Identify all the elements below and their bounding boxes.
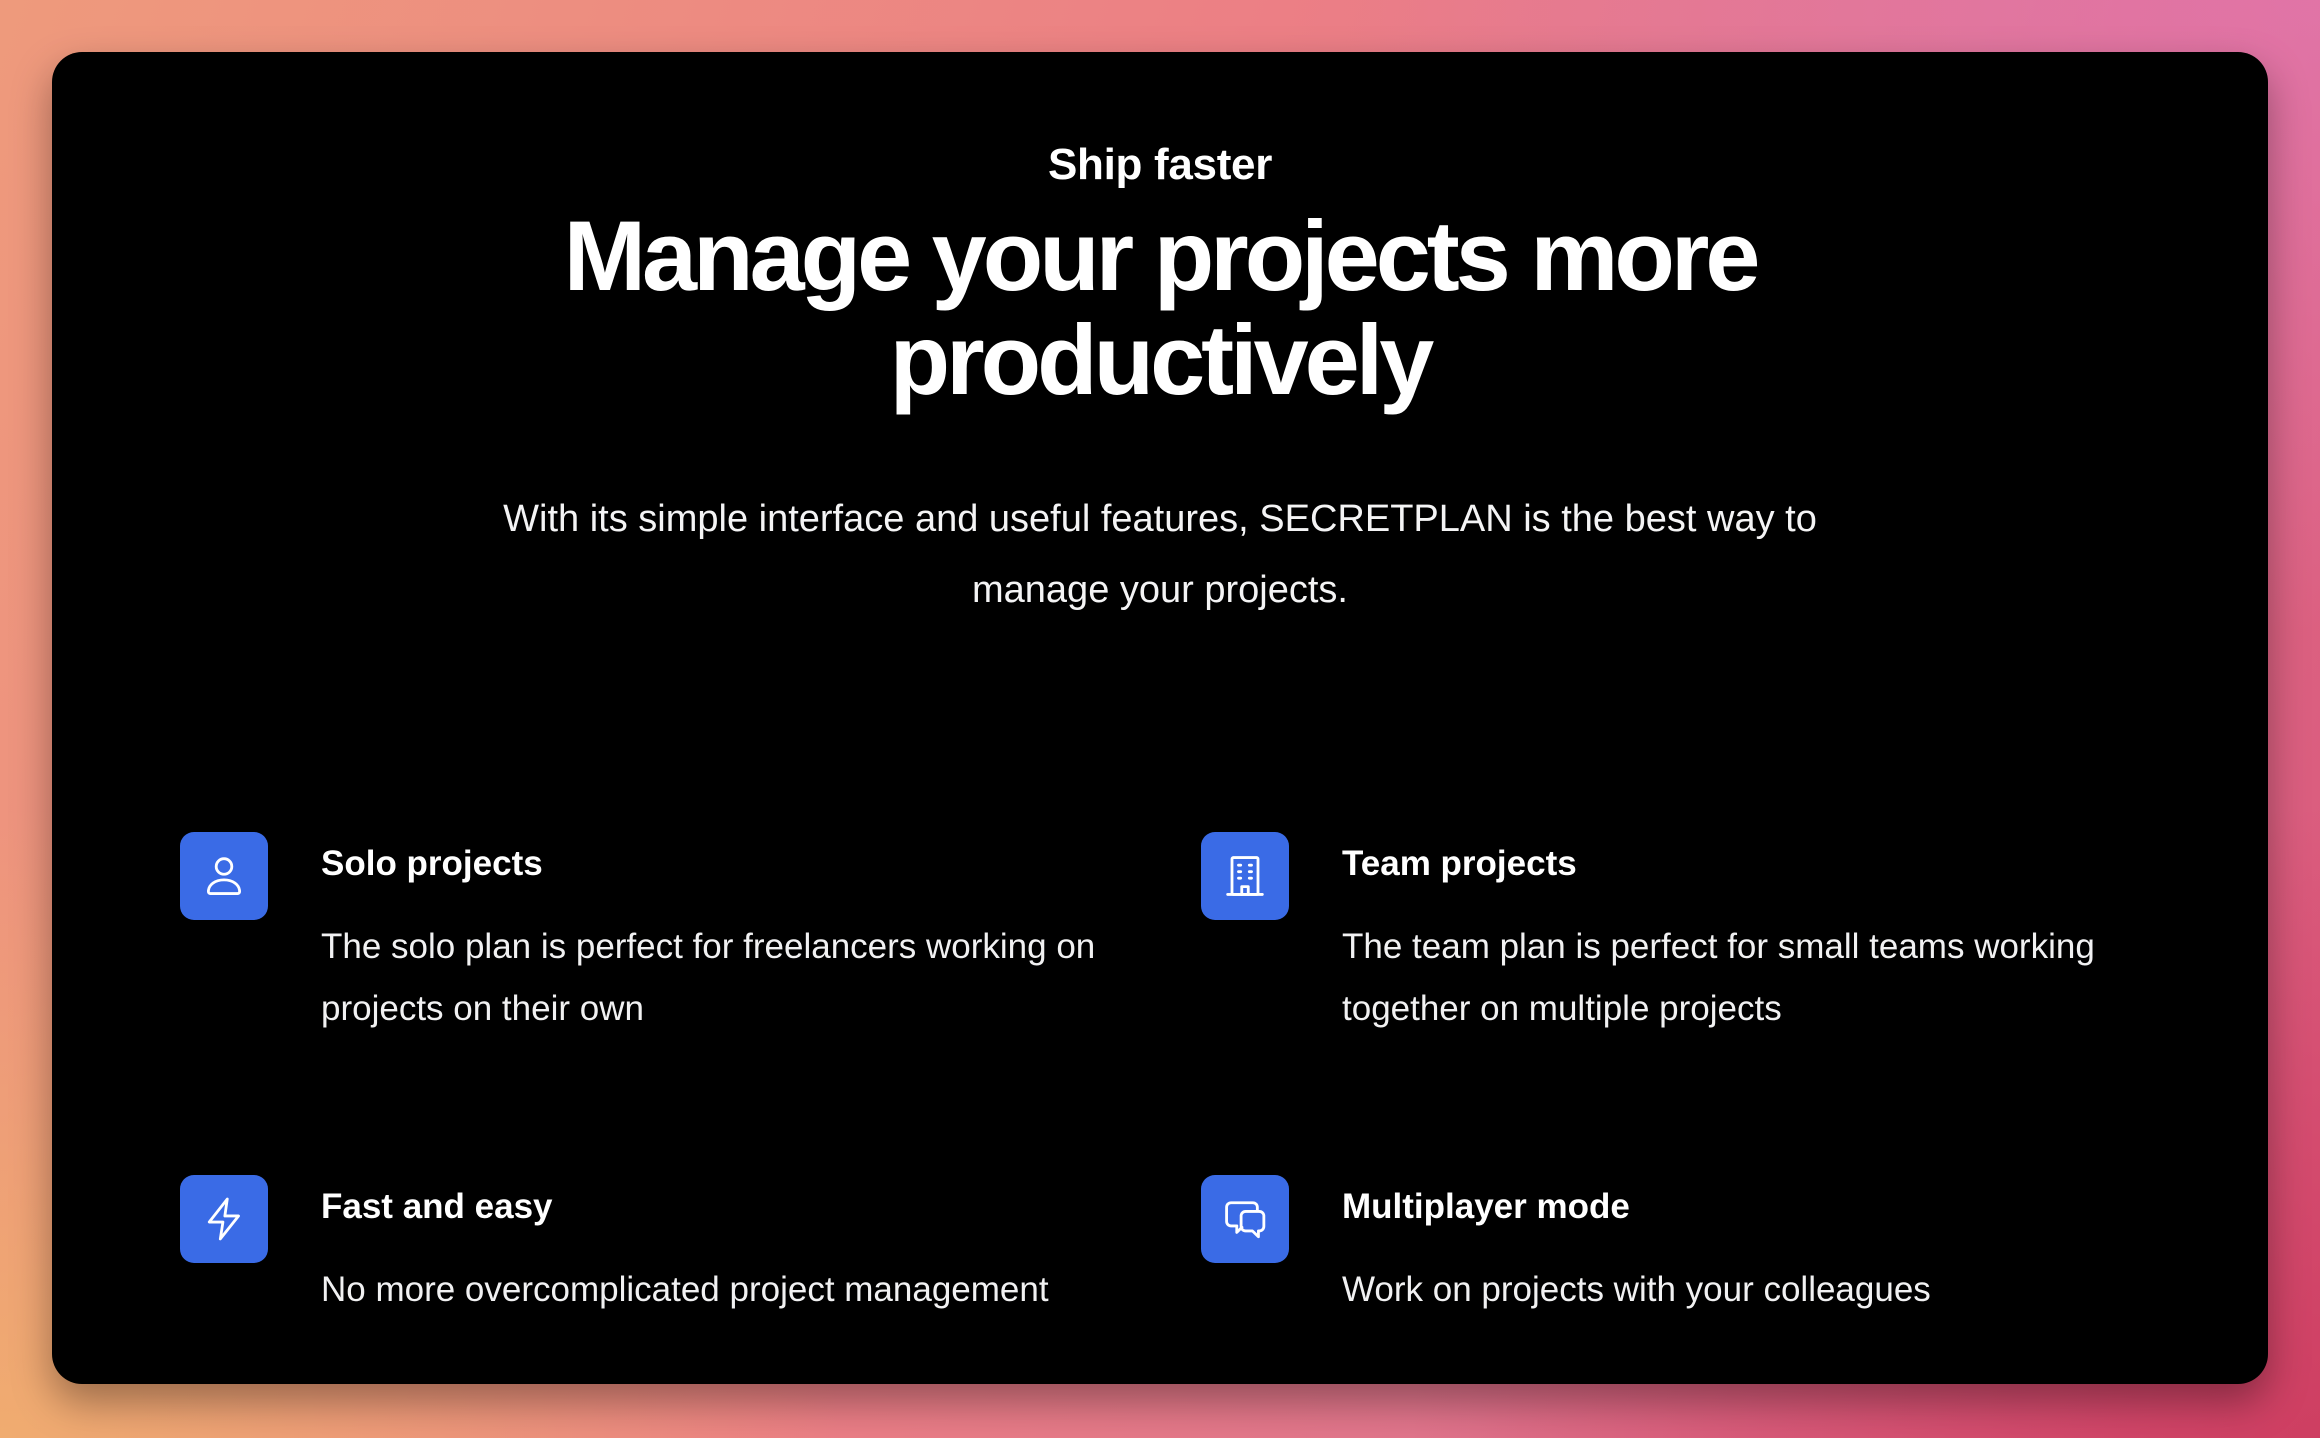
- lightning-bolt-icon: [180, 1175, 268, 1263]
- feature-title: Team projects: [1342, 844, 1577, 883]
- feature-title: Fast and easy: [321, 1187, 553, 1226]
- feature-description: The team plan is perfect for small teams…: [1342, 927, 2095, 1028]
- feature-description: The solo plan is perfect for freelancers…: [321, 927, 1096, 1028]
- feature-section-card: Ship faster Manage your projects more pr…: [52, 52, 2268, 1384]
- section-headline: Manage your projects more productively: [563, 200, 1761, 415]
- feature-description: No more overcomplicated project manageme…: [321, 1270, 1049, 1309]
- feature-description: Work on projects with your colleagues: [1342, 1270, 1931, 1309]
- section-eyebrow: Ship faster: [1047, 140, 1273, 189]
- feature-title: Solo projects: [321, 844, 543, 883]
- user-icon: [180, 832, 268, 920]
- building-icon: [1201, 832, 1289, 920]
- chat-bubbles-icon: [1201, 1175, 1289, 1263]
- feature-title: Multiplayer mode: [1342, 1187, 1630, 1226]
- section-subtitle: With its simple interface and useful fea…: [503, 498, 1817, 611]
